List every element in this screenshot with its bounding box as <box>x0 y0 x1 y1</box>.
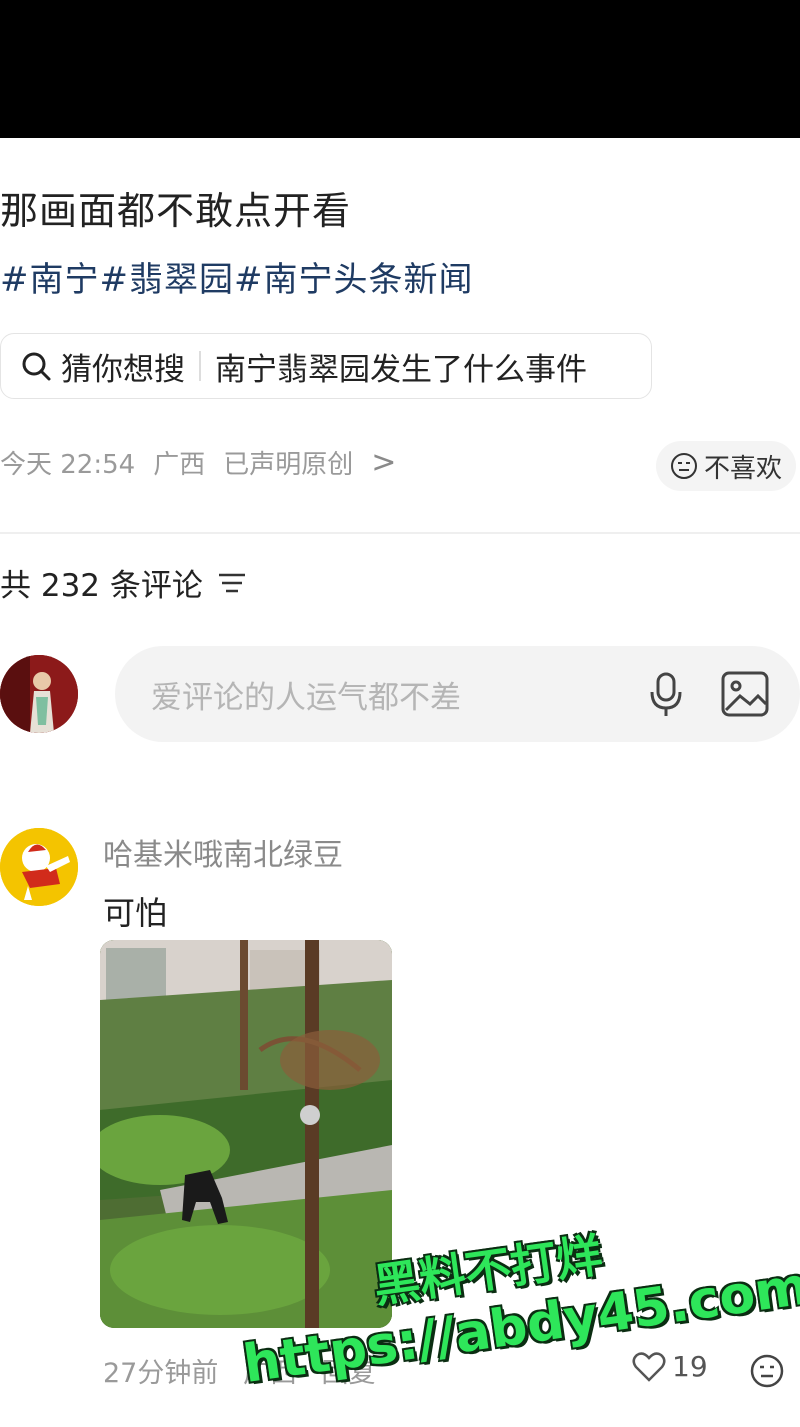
chevron-right-icon[interactable]: > <box>371 445 396 480</box>
original-declaration-link[interactable]: 已声明原创 <box>223 444 353 481</box>
reply-button[interactable]: 回复 <box>322 1358 376 1389</box>
avatar-image <box>0 655 78 733</box>
comment-input-placeholder: 爱评论的人运气都不差 <box>151 679 461 716</box>
dislike-button[interactable]: 不喜欢 <box>655 441 796 491</box>
section-divider <box>0 532 800 534</box>
comment-meta: 27分钟前 广西 回复 <box>103 1351 392 1390</box>
image-icon[interactable] <box>720 670 770 718</box>
neutral-face-icon[interactable] <box>750 1354 784 1388</box>
comment-count-header: 共 232 条评论 <box>0 560 247 605</box>
commenter-username[interactable]: 哈基米哦南北绿豆 <box>103 830 343 874</box>
top-black-bar <box>0 0 800 138</box>
comment-photo[interactable] <box>100 940 392 1328</box>
watermark-line1: 黑料不打烊 <box>370 1227 606 1314</box>
comment-location: 广西 <box>242 1358 297 1389</box>
comment-text: 可怕 <box>103 894 168 932</box>
search-icon <box>22 352 51 381</box>
search-suggestion[interactable]: 猜你想搜 南宁翡翠园发生了什么事件 <box>0 333 652 399</box>
filter-icon[interactable] <box>217 571 247 595</box>
avatar-image <box>0 828 78 906</box>
neutral-face-icon <box>670 453 697 479</box>
suggestion-term[interactable]: 南宁翡翠园发生了什么事件 <box>215 344 587 389</box>
heart-icon <box>632 1351 666 1382</box>
post-time: 今天 22:54 <box>0 450 136 480</box>
post-hashtags[interactable]: #南宁#翡翠园#南宁头条新闻 <box>0 252 473 301</box>
photo-image <box>100 940 392 1328</box>
microphone-icon[interactable] <box>646 670 686 718</box>
post-title: 那画面都不敢点开看 <box>0 189 352 233</box>
comment-count: 共 232 条评论 <box>0 568 203 604</box>
suggestion-label: 猜你想搜 <box>61 351 185 388</box>
comment-time: 27分钟前 <box>103 1358 219 1389</box>
dislike-label: 不喜欢 <box>703 453 782 484</box>
like-count: 19 <box>672 1350 708 1383</box>
comment-input[interactable]: 爱评论的人运气都不差 <box>115 646 800 742</box>
commenter-avatar[interactable] <box>0 828 78 906</box>
current-user-avatar[interactable] <box>0 655 78 733</box>
suggestion-divider <box>199 351 201 381</box>
post-location: 广西 <box>153 450 206 480</box>
like-button[interactable]: 19 <box>632 1350 708 1383</box>
post-meta: 今天 22:54 广西 已声明原创 > <box>0 444 414 481</box>
